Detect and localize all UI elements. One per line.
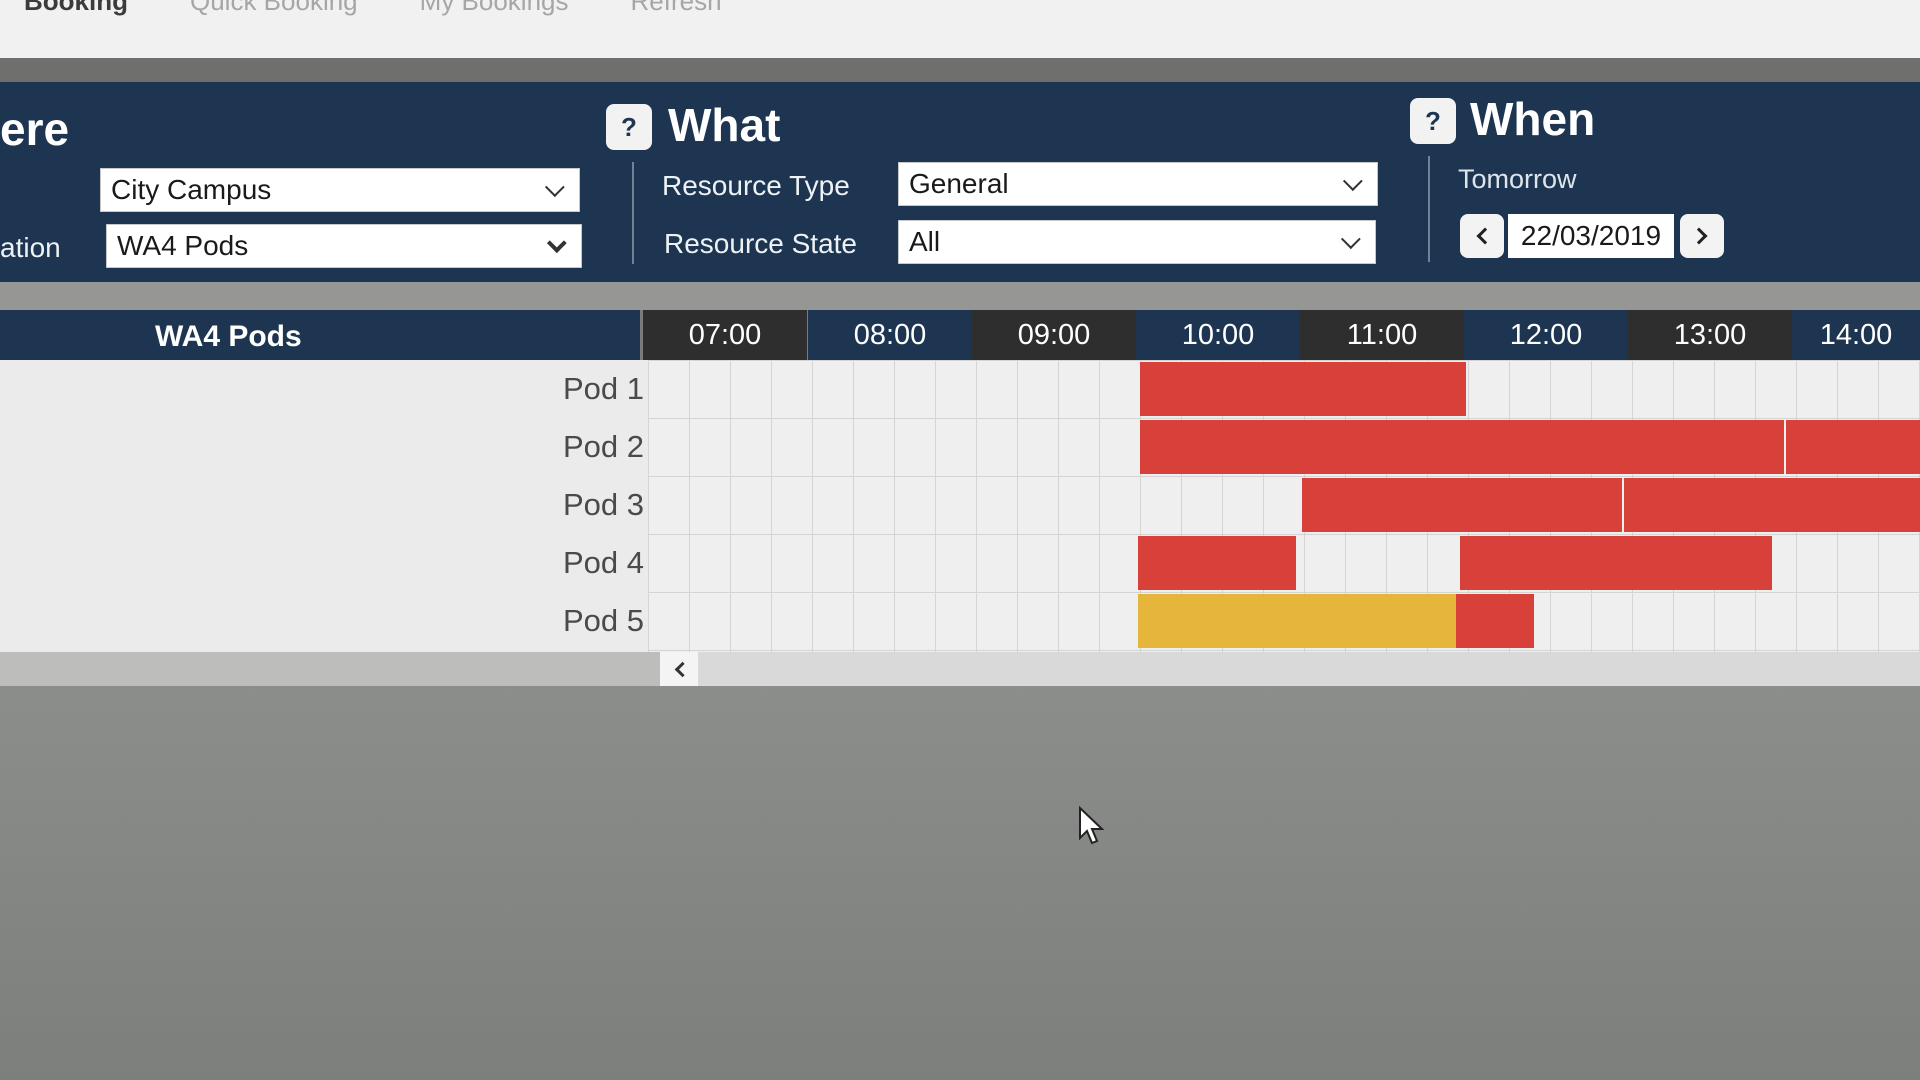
time-slots[interactable] xyxy=(648,360,1920,652)
booking-block[interactable] xyxy=(1786,420,1920,474)
section-divider xyxy=(632,162,634,264)
booking-block[interactable] xyxy=(1464,420,1784,474)
when-title: When xyxy=(1470,93,1596,145)
resource-state-select[interactable]: All xyxy=(898,220,1376,264)
resource-state-value: All xyxy=(909,226,941,257)
hour-header: 14:00 xyxy=(1792,310,1920,360)
when-subtitle: Tomorrow xyxy=(1458,164,1577,194)
booking-block[interactable] xyxy=(1140,420,1464,474)
nav-separator xyxy=(0,58,1920,82)
location-select[interactable]: WA4 Pods xyxy=(106,224,582,268)
booking-block[interactable] xyxy=(1456,594,1534,648)
location-value: WA4 Pods xyxy=(117,230,249,261)
resource-labels: Pod 1 Pod 2 Pod 3 Pod 4 Pod 5 xyxy=(0,360,648,652)
what-help-icon[interactable]: ? xyxy=(606,104,652,150)
campus-value: City Campus xyxy=(111,174,272,205)
resource-type-select[interactable]: General xyxy=(898,162,1378,206)
resource-type-value: General xyxy=(909,168,1009,199)
grid-footer xyxy=(0,652,660,686)
hour-header: 07:00 xyxy=(643,310,807,360)
row-label-pod-2: Pod 2 xyxy=(562,429,644,464)
resource-type-label: Resource Type xyxy=(662,170,850,201)
chevron-down-icon xyxy=(1340,229,1361,250)
what-title: What xyxy=(668,99,781,151)
refresh-link[interactable]: Refresh xyxy=(631,0,722,14)
schedule-header: WA4 Pods 07:00 08:00 09:00 10:00 11:00 1… xyxy=(0,310,1920,360)
where-title: ere xyxy=(0,103,70,155)
hour-header: 13:00 xyxy=(1628,310,1792,360)
booking-block[interactable] xyxy=(1138,536,1296,590)
horizontal-scrollbar[interactable] xyxy=(660,652,1920,686)
filter-panel: ere City Campus ation WA4 Pods ? What Re… xyxy=(0,82,1920,282)
section-divider xyxy=(1428,156,1430,262)
booking-block[interactable] xyxy=(1624,478,1920,532)
next-day-button[interactable] xyxy=(1680,214,1724,258)
when-help-icon[interactable]: ? xyxy=(1410,98,1456,144)
hour-header: 11:00 xyxy=(1300,310,1464,360)
chevron-down-icon xyxy=(546,233,567,254)
tab-booking[interactable]: Booking xyxy=(24,0,128,14)
previous-day-button[interactable] xyxy=(1460,214,1504,258)
mouse-cursor-icon xyxy=(1079,806,1105,845)
grid-title-cell: WA4 Pods xyxy=(0,310,640,360)
chevron-down-icon xyxy=(544,177,565,198)
booking-block[interactable] xyxy=(1302,478,1622,532)
booking-block[interactable] xyxy=(1460,536,1772,590)
booking-block[interactable] xyxy=(1140,362,1466,416)
top-nav: Booking Quick Booking My Bookings Refres… xyxy=(0,0,1920,58)
row-label-pod-5: Pod 5 xyxy=(562,603,644,638)
schedule-grid: Pod 1 Pod 2 Pod 3 Pod 4 Pod 5 xyxy=(0,360,1920,652)
row-label-pod-4: Pod 4 xyxy=(562,545,644,580)
chevron-left-icon xyxy=(1476,227,1494,245)
resource-state-label: Resource State xyxy=(664,228,857,259)
chevron-right-icon xyxy=(1690,227,1708,245)
date-input[interactable]: 22/03/2019 xyxy=(1508,214,1674,258)
hour-header: 08:00 xyxy=(808,310,972,360)
hour-header: 12:00 xyxy=(1464,310,1628,360)
row-label-pod-3: Pod 3 xyxy=(562,487,644,522)
chevron-left-icon xyxy=(674,661,690,677)
campus-select[interactable]: City Campus xyxy=(100,168,580,212)
tab-quick-booking[interactable]: Quick Booking xyxy=(190,0,358,14)
location-label: ation xyxy=(0,232,61,263)
tab-my-bookings[interactable]: My Bookings xyxy=(420,0,569,14)
hour-header: 09:00 xyxy=(972,310,1136,360)
chevron-down-icon xyxy=(1342,171,1363,192)
hour-header: 10:00 xyxy=(1136,310,1300,360)
scroll-left-button[interactable] xyxy=(660,652,698,686)
pending-booking-block[interactable] xyxy=(1138,594,1456,648)
row-label-pod-1: Pod 1 xyxy=(562,371,644,406)
grid-title: WA4 Pods xyxy=(155,320,302,353)
